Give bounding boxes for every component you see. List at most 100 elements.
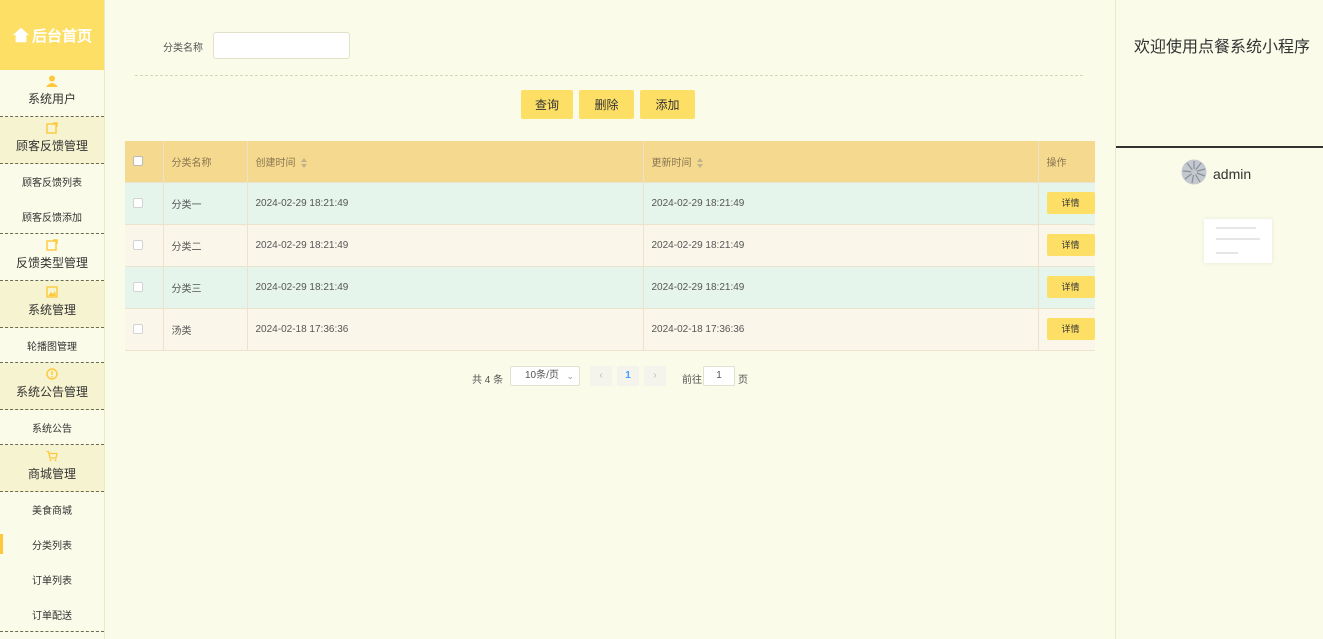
sidebar-item-order-delivery[interactable]: 订单配送: [0, 597, 104, 632]
row-checkbox-cell: [125, 266, 164, 309]
add-button[interactable]: 添加: [640, 90, 695, 119]
sidebar-item-label: 系统公告: [32, 423, 72, 435]
home-label: 后台首页: [31, 27, 92, 45]
sidebar-item-announcement-management[interactable]: 系统公告管理: [0, 363, 104, 410]
cell-updated: 2024-02-29 18:21:49: [643, 182, 1039, 225]
cart-icon: [46, 450, 58, 462]
sidebar-item-label: 系统用户: [27, 92, 76, 106]
sidebar-item-label: 轮播图管理: [27, 341, 77, 353]
table-row: 分类一 2024-02-29 18:21:49 2024-02-29 18:21…: [125, 182, 1095, 225]
sidebar-item-feedback-list[interactable]: 顾客反馈列表: [0, 164, 104, 199]
column-header-label: 更新时间: [651, 157, 692, 169]
sidebar-item-order-list[interactable]: 订单列表: [0, 562, 104, 597]
table-row: 分类三 2024-02-29 18:21:49 2024-02-29 18:21…: [125, 266, 1095, 309]
prev-page-button[interactable]: ‹: [590, 366, 612, 386]
placeholder-line: [1216, 252, 1238, 254]
sidebar-item-label: 订单配送: [32, 610, 72, 622]
sort-icon[interactable]: [300, 158, 308, 169]
welcome-text: 欢迎使用点餐系统小程序: [1134, 39, 1311, 56]
sort-icon[interactable]: [696, 158, 704, 169]
image-icon: [46, 286, 58, 298]
row-checkbox-cell: [125, 308, 164, 351]
sidebar-item-carousel-management[interactable]: 轮播图管理: [0, 328, 104, 363]
placeholder-line: [1216, 227, 1256, 229]
select-all-checkbox[interactable]: [133, 156, 143, 167]
table-row: 分类二 2024-02-29 18:21:49 2024-02-29 18:21…: [125, 224, 1095, 267]
avatar[interactable]: [1181, 159, 1207, 185]
sidebar-item-label: 顾客反馈列表: [22, 178, 82, 189]
sidebar-item-feedback-type-management[interactable]: 反馈类型管理: [0, 234, 104, 281]
chevron-left-icon: ‹: [599, 370, 603, 381]
sidebar-item-feedback-add[interactable]: 顾客反馈添加: [0, 199, 104, 234]
edit-icon: [46, 122, 58, 134]
search-label: 分类名称: [163, 43, 203, 54]
cell-actions: 详情: [1038, 182, 1095, 225]
detail-button[interactable]: 详情: [1046, 192, 1095, 214]
sidebar: 后台首页 系统用户 顾客反馈管理 顾客反馈列表 顾客反馈添加 反馈类型管理 系统…: [0, 0, 105, 639]
select-all-cell: [125, 141, 164, 183]
divider: [135, 75, 1083, 76]
query-button[interactable]: 查询: [521, 90, 573, 119]
sidebar-item-label: 系统管理: [27, 303, 76, 317]
sidebar-item-system-management[interactable]: 系统管理: [0, 281, 104, 328]
page-number[interactable]: 1: [617, 366, 639, 386]
delete-button[interactable]: 删除: [579, 90, 634, 119]
sidebar-item-label: 反馈类型管理: [15, 256, 88, 270]
sidebar-item-announcement[interactable]: 系统公告: [0, 410, 104, 445]
detail-button[interactable]: 详情: [1046, 318, 1095, 340]
row-checkbox[interactable]: [133, 239, 143, 250]
column-header-label: 创建时间: [255, 157, 296, 169]
cell-created: 2024-02-29 18:21:49: [247, 224, 644, 267]
row-checkbox[interactable]: [133, 323, 143, 334]
sidebar-item-label: 美食商城: [32, 506, 72, 517]
sidebar-item-label: 分类列表: [32, 541, 72, 552]
edit-icon: [46, 239, 58, 251]
column-header-created[interactable]: 创建时间: [247, 141, 644, 183]
page-size-value: 10条/页: [525, 370, 559, 381]
detail-button[interactable]: 详情: [1046, 234, 1095, 256]
sidebar-item-feedback-management[interactable]: 顾客反馈管理: [0, 117, 104, 164]
cell-actions: 详情: [1038, 224, 1095, 267]
row-checkbox-cell: [125, 182, 164, 225]
sidebar-item-food-mall[interactable]: 美食商城: [0, 492, 104, 527]
chevron-right-icon: ›: [653, 370, 657, 381]
main-content: 分类名称 查询 删除 添加 分类名称 创建时间 更新时间 操作 分类一 2024…: [105, 0, 1115, 639]
cell-name: 分类一: [163, 182, 248, 225]
sidebar-item-label: 顾客反馈添加: [22, 212, 82, 224]
detail-button[interactable]: 详情: [1046, 276, 1095, 298]
info-icon: [46, 368, 58, 380]
column-header-label: 分类名称: [171, 157, 212, 169]
sidebar-item-mall-management[interactable]: 商城管理: [0, 445, 104, 492]
cell-name: 分类二: [163, 224, 248, 267]
user-icon: [46, 75, 58, 87]
goto-label: 前往: [682, 375, 702, 386]
sidebar-item-label: 顾客反馈管理: [15, 139, 88, 153]
sidebar-item-system-users[interactable]: 系统用户: [0, 70, 104, 117]
row-checkbox[interactable]: [133, 281, 143, 292]
cell-updated: 2024-02-29 18:21:49: [643, 224, 1039, 267]
right-panel: 欢迎使用点餐系统小程序 admin: [1115, 0, 1323, 639]
next-page-button[interactable]: ›: [644, 366, 666, 386]
page-unit-label: 页: [738, 375, 748, 386]
table-header-row: 分类名称 创建时间 更新时间 操作: [125, 141, 1095, 183]
row-checkbox[interactable]: [133, 197, 143, 208]
search-input[interactable]: [213, 32, 350, 59]
cell-updated: 2024-02-29 18:21:49: [643, 266, 1039, 309]
table-row: 汤类 2024-02-18 17:36:36 2024-02-18 17:36:…: [125, 308, 1095, 351]
column-header-label: 操作: [1046, 157, 1067, 169]
username[interactable]: admin: [1213, 166, 1251, 182]
cell-actions: 详情: [1038, 308, 1095, 351]
cell-actions: 详情: [1038, 266, 1095, 309]
sidebar-item-category-list[interactable]: 分类列表: [0, 527, 104, 562]
cell-created: 2024-02-18 17:36:36: [247, 308, 644, 351]
page-size-select[interactable]: 10条/页 ⌄: [510, 366, 580, 386]
info-card-thumbnail: [1204, 219, 1272, 263]
goto-page-input[interactable]: 1: [703, 366, 735, 386]
row-checkbox-cell: [125, 224, 164, 267]
total-count: 共 4 条: [472, 375, 504, 386]
cell-name: 汤类: [163, 308, 248, 351]
home-link[interactable]: 后台首页: [0, 0, 104, 70]
cell-created: 2024-02-29 18:21:49: [247, 266, 644, 309]
column-header-updated[interactable]: 更新时间: [643, 141, 1039, 183]
placeholder-line: [1216, 238, 1260, 240]
